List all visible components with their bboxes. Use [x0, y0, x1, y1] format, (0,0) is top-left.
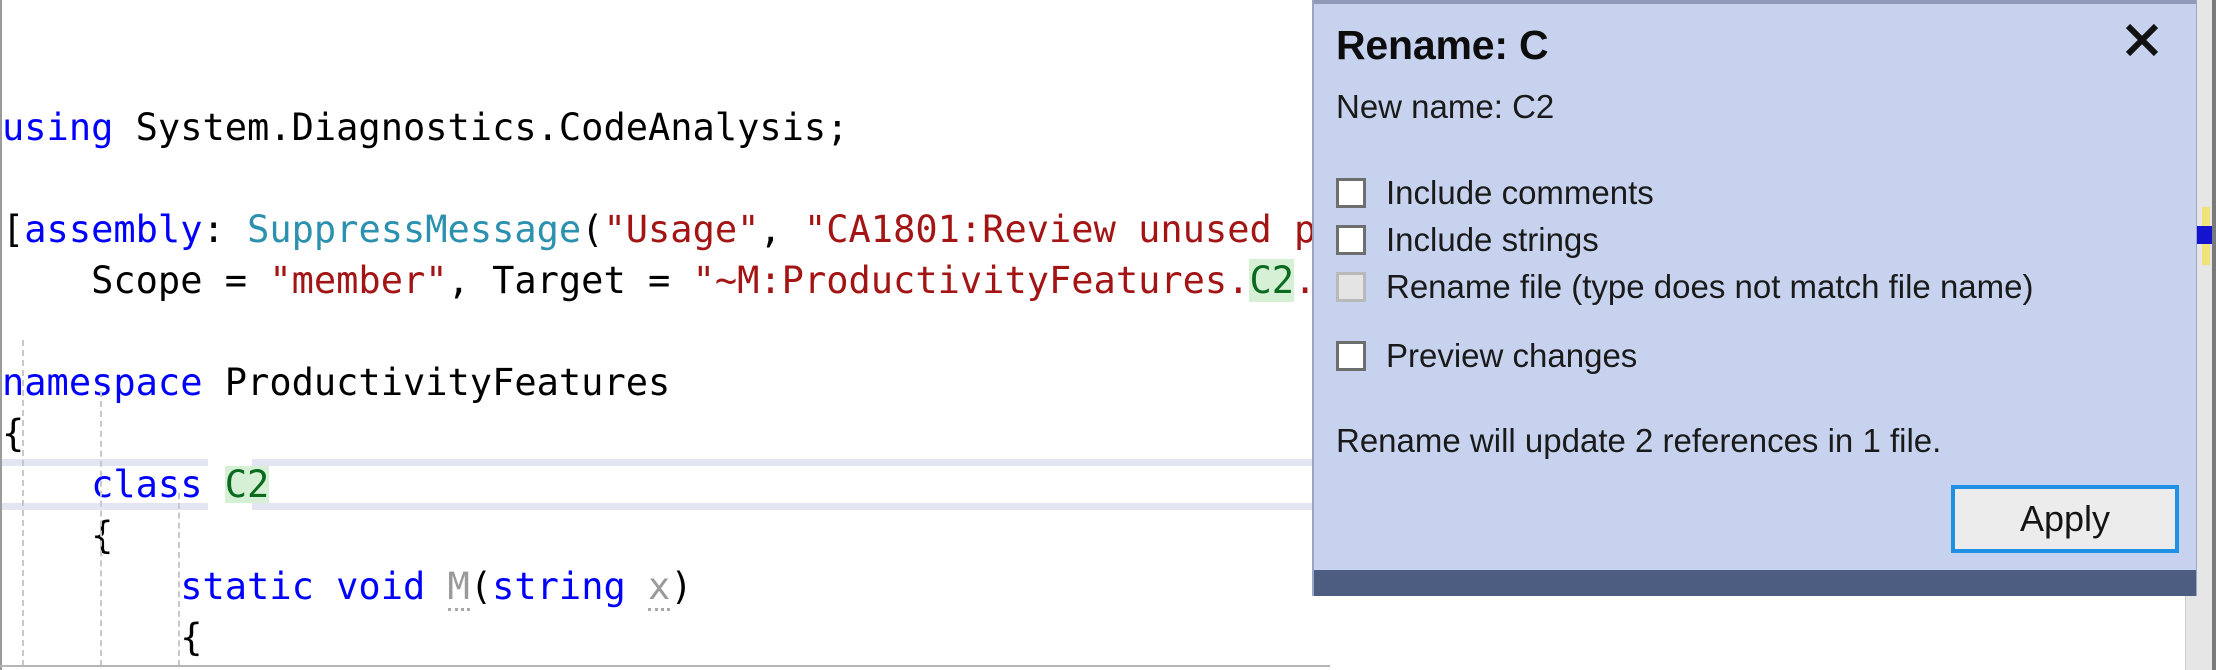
code-token-plain: ( — [470, 565, 492, 608]
code-token-plain: , — [759, 208, 804, 251]
code-token-plain: { — [2, 412, 24, 455]
editor-left-border — [0, 0, 2, 670]
code-token-rename: C2 — [1249, 259, 1294, 302]
rename-adornment-gap — [208, 459, 252, 466]
code-token-rename: C2 — [225, 463, 270, 506]
checkbox-label-preview-changes: Preview changes — [1386, 337, 1637, 375]
dialog-bottom-bar — [1314, 570, 2196, 596]
editor-bottom-border — [0, 665, 1330, 667]
code-token-plain: , Target = — [448, 259, 693, 302]
rename-adornment-gap — [208, 503, 252, 510]
code-token-kw: assembly — [24, 208, 202, 251]
code-token-str: "~M:ProductivityFeatures. — [693, 259, 1250, 302]
checkbox-label-rename-file: Rename file (type does not match file na… — [1386, 268, 2033, 306]
window-right-edge — [2212, 0, 2216, 670]
checkbox-label-include-comments: Include comments — [1386, 174, 1654, 212]
code-token-plain: : — [203, 208, 248, 251]
code-token-plain: ( — [581, 208, 603, 251]
code-token-str: "CA1801:Review unused par — [804, 208, 1361, 251]
code-token-kw: static void — [180, 565, 447, 608]
code-token-plain: ProductivityFeatures — [225, 361, 671, 404]
checkbox-rename-file — [1336, 272, 1366, 302]
code-token-kw: class — [91, 463, 202, 506]
indent-guide — [22, 340, 26, 666]
checkbox-preview-changes[interactable] — [1336, 341, 1366, 371]
close-icon[interactable] — [2116, 14, 2168, 66]
checkbox-row-include-strings[interactable]: Include strings — [1336, 221, 1599, 259]
code-token-plain — [2, 565, 180, 608]
scrollbar-caret-marker — [2196, 226, 2212, 244]
checkbox-label-include-strings: Include strings — [1386, 221, 1599, 259]
code-token-str: "Usage" — [603, 208, 759, 251]
code-token-plain — [2, 463, 91, 506]
vs-editor-screen: using System.Diagnostics.CodeAnalysis; [… — [0, 0, 2216, 670]
rename-status-text: Rename will update 2 references in 1 fil… — [1336, 422, 1941, 460]
checkbox-row-include-comments[interactable]: Include comments — [1336, 174, 1654, 212]
code-token-plain — [203, 463, 225, 506]
code-token-plain: [ — [2, 208, 24, 251]
checkbox-row-preview-changes[interactable]: Preview changes — [1336, 337, 1637, 375]
code-token-plain: Scope = — [2, 259, 269, 302]
code-token-kw: string — [492, 565, 626, 608]
code-token-plain — [626, 565, 648, 608]
code-token-unused: x — [648, 565, 670, 611]
dialog-top-edge — [1314, 0, 2196, 4]
indent-guide — [100, 391, 104, 666]
apply-button[interactable]: Apply — [1951, 485, 2179, 553]
code-token-type: SuppressMessage — [247, 208, 581, 251]
checkbox-row-rename-file: Rename file (type does not match file na… — [1336, 268, 2033, 306]
checkbox-include-strings[interactable] — [1336, 225, 1366, 255]
code-token-plain: { — [2, 514, 113, 557]
code-token-plain: ) — [670, 565, 692, 608]
new-name-label: New name: C2 — [1336, 88, 1554, 126]
rename-adornment-top — [0, 459, 1340, 466]
indent-guide — [178, 493, 182, 666]
code-token-kw: namespace — [2, 361, 225, 404]
code-token-kw: using — [2, 106, 136, 149]
rename-dialog: Rename: C New name: C2 Include comments … — [1312, 0, 2197, 596]
code-token-plain: System.Diagnostics.CodeAnalysis; — [136, 106, 849, 149]
dialog-title: Rename: C — [1336, 22, 1548, 69]
code-line[interactable]: { — [0, 612, 2216, 663]
checkbox-include-comments[interactable] — [1336, 178, 1366, 208]
code-token-unused: M — [448, 565, 470, 611]
rename-adornment-bottom — [0, 503, 1340, 510]
code-token-str: "member" — [269, 259, 447, 302]
